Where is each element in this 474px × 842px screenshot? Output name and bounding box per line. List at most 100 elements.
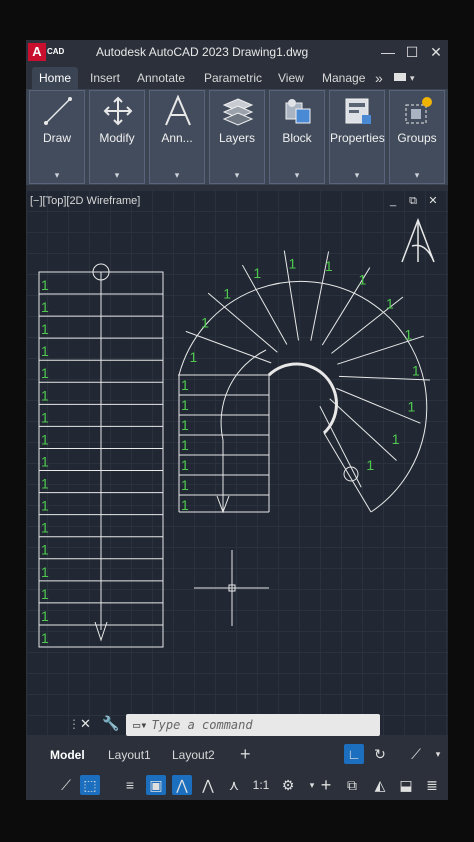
chevron-down-icon[interactable]: ▾ bbox=[390, 170, 444, 181]
stair-number-label: 1 bbox=[181, 437, 189, 453]
fullscreen-icon[interactable]: ⬓ bbox=[396, 775, 416, 795]
tab-model[interactable]: Model bbox=[50, 748, 85, 762]
tab-layout2[interactable]: Layout2 bbox=[172, 748, 215, 762]
tab-view[interactable]: View bbox=[278, 67, 304, 89]
panel-groups[interactable]: Groups ▾ bbox=[389, 90, 445, 184]
close-icon[interactable]: ✕ bbox=[80, 716, 91, 732]
menu-icon[interactable]: ≡ bbox=[120, 775, 140, 795]
more-tabs-icon[interactable]: » bbox=[375, 67, 383, 89]
menu-icon[interactable]: ≣ bbox=[422, 775, 442, 795]
chevron-down-icon[interactable]: ▾ bbox=[30, 170, 84, 181]
stair-number-label: 1 bbox=[41, 630, 49, 646]
logo-text: CAD bbox=[47, 47, 65, 56]
stair-number-label: 1 bbox=[181, 497, 189, 513]
stair-number-label: 1 bbox=[41, 476, 49, 492]
chevron-down-icon[interactable]: ▾ bbox=[270, 170, 324, 181]
isolate-icon[interactable]: ▣ bbox=[146, 775, 166, 795]
text-icon bbox=[165, 95, 191, 126]
stair-number-label: 1 bbox=[41, 564, 49, 580]
add-layout-button[interactable]: + bbox=[240, 744, 251, 765]
stair-number-label: 1 bbox=[181, 417, 189, 433]
stair-number-label: 1 bbox=[41, 387, 49, 403]
stair-number-label: 1 bbox=[253, 265, 261, 281]
minimize-icon[interactable]: — bbox=[378, 42, 398, 62]
workspace-icon[interactable] bbox=[394, 73, 406, 81]
panel-label: Layers bbox=[218, 131, 256, 145]
grip-icon[interactable]: ⋮ bbox=[68, 717, 80, 731]
hardware-icon[interactable]: ◭ bbox=[370, 775, 390, 795]
move-icon bbox=[103, 96, 133, 126]
select-icon[interactable]: ⬚ bbox=[80, 775, 100, 795]
ortho-icon[interactable]: ⟋ bbox=[406, 744, 426, 764]
panel-label: Draw bbox=[42, 131, 71, 145]
panel-annotation[interactable]: Ann... ▾ bbox=[149, 90, 205, 184]
layout-tabs: Model Layout1 Layout2 + ∟ ↻ ⟋ ▾ bbox=[26, 744, 448, 768]
tab-manage[interactable]: Manage bbox=[322, 67, 365, 89]
close-icon[interactable]: ✕ bbox=[426, 42, 446, 62]
polar-icon[interactable]: ↻ bbox=[370, 744, 390, 764]
chevron-down-icon[interactable]: ▾ bbox=[210, 170, 264, 181]
window-title: Autodesk AutoCAD 2023 Drawing1.dwg bbox=[96, 45, 309, 59]
scale-dropdown[interactable]: 1:1 bbox=[244, 775, 278, 795]
tab-annotate[interactable]: Annotate bbox=[137, 67, 185, 89]
title-bar: A CAD Autodesk AutoCAD 2023 Drawing1.dwg… bbox=[26, 40, 448, 64]
panel-draw[interactable]: Draw ▾ bbox=[29, 90, 85, 184]
block-icon bbox=[285, 99, 311, 124]
stair-tread bbox=[241, 264, 288, 345]
units-icon[interactable]: ⧉ bbox=[342, 775, 362, 795]
panel-label: Block bbox=[282, 131, 312, 145]
panel-label: Modify bbox=[99, 131, 135, 145]
annotation-scale-icon[interactable]: ⋏ bbox=[224, 775, 244, 795]
chevron-down-icon[interactable]: ▾ bbox=[330, 170, 384, 181]
stair-number-label: 1 bbox=[41, 343, 49, 359]
stair-numbers: 1111111111111111111111 111111111111111 bbox=[41, 256, 420, 646]
viewcube-icon[interactable] bbox=[401, 217, 435, 263]
maximize-icon[interactable]: ☐ bbox=[402, 42, 422, 62]
panel-layers[interactable]: Layers ▾ bbox=[209, 90, 265, 184]
stair-number-label: 1 bbox=[41, 520, 49, 536]
annotation-icon[interactable]: ⋀ bbox=[172, 775, 192, 795]
chevron-down-icon[interactable]: ▾ bbox=[90, 170, 144, 181]
stair-number-label: 1 bbox=[386, 295, 394, 311]
chevron-down-icon[interactable]: ▾ bbox=[150, 170, 204, 181]
stair-number-label: 1 bbox=[366, 457, 374, 473]
command-line: ⋮ ✕ 🔧 ▭▾ Type a command bbox=[66, 714, 406, 736]
wrench-icon[interactable]: 🔧 bbox=[102, 715, 119, 732]
tab-layout1[interactable]: Layout1 bbox=[108, 748, 151, 762]
stair-tread bbox=[319, 405, 362, 488]
panel-block[interactable]: Block ▾ bbox=[269, 90, 325, 184]
stair-drawing: 1111111111111111111111 111111111111111 bbox=[38, 217, 435, 648]
command-input[interactable]: ▭▾ Type a command bbox=[126, 714, 380, 736]
command-prompt-icon[interactable]: ▭▾ bbox=[133, 718, 147, 732]
panel-properties[interactable]: Properties ▾ bbox=[329, 90, 385, 184]
panel-label: Properties bbox=[330, 131, 385, 145]
stair-number-label: 1 bbox=[181, 477, 189, 493]
gear-icon[interactable]: ⚙ bbox=[278, 775, 298, 795]
stair-number-label: 1 bbox=[41, 431, 49, 447]
stair-number-label: 1 bbox=[181, 377, 189, 393]
lineweight-icon[interactable]: ⟋ bbox=[56, 775, 76, 795]
snap-icon[interactable]: ∟ bbox=[344, 744, 364, 764]
tab-home[interactable]: Home bbox=[32, 67, 79, 89]
autocad-logo[interactable]: A CAD bbox=[28, 43, 70, 61]
stair-number-label: 1 bbox=[325, 258, 333, 274]
stair-number-label: 1 bbox=[181, 397, 189, 413]
plus-icon[interactable]: + bbox=[316, 775, 336, 795]
stair-number-label: 1 bbox=[41, 608, 49, 624]
tab-insert[interactable]: Insert bbox=[90, 67, 120, 89]
annotation-visibility-icon[interactable]: ⋀ bbox=[198, 775, 218, 795]
ribbon-tabs: Home Insert Annotate Parametric View Man… bbox=[26, 67, 448, 89]
stair-number-label: 1 bbox=[223, 285, 231, 301]
stair-number-label: 1 bbox=[41, 365, 49, 381]
workspace-dropdown-icon[interactable]: ▾ bbox=[410, 67, 415, 89]
panel-modify[interactable]: Modify ▾ bbox=[89, 90, 145, 184]
line-icon bbox=[44, 97, 72, 125]
tab-parametric[interactable]: Parametric bbox=[204, 67, 262, 89]
panel-label: Groups bbox=[397, 131, 437, 145]
groups-icon bbox=[405, 97, 432, 124]
stair-number-label: 1 bbox=[41, 498, 49, 514]
status-bar: ⟋ ⬚ ≡ ▣ ⋀ ⋀ ⋏ 1:1 ⚙ ▾ + ⧉ ◭ ⬓ ≣ bbox=[26, 770, 448, 800]
chevron-down-icon[interactable]: ▾ bbox=[428, 744, 448, 764]
drawing-viewport[interactable]: [−][Top][2D Wireframe] _ ⧉ ✕ 1 1 1 1 1 1… bbox=[26, 190, 448, 735]
stair-number-label: 1 bbox=[189, 349, 197, 365]
